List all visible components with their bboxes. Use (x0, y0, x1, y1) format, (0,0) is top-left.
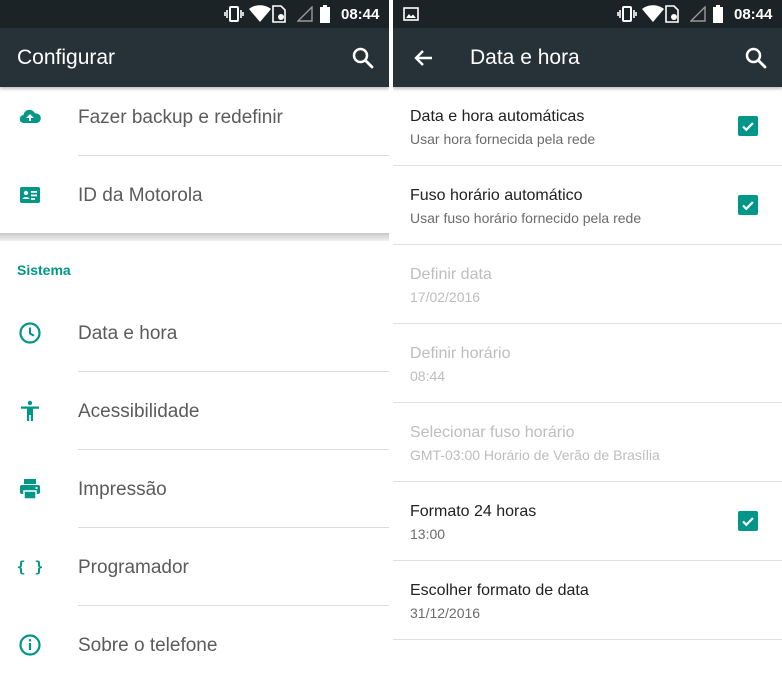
date-time-screen: 08:44 Data e hora Data e hora automática… (393, 0, 782, 683)
arrow-back-icon (414, 49, 432, 66)
battery-icon (713, 0, 723, 28)
checkbox-checked[interactable] (738, 511, 758, 531)
pref-summary: 13:00 (410, 526, 446, 542)
sim-card-icon (665, 0, 679, 28)
section-header-system: Sistema (17, 262, 71, 278)
clock-icon (19, 322, 41, 344)
status-time: 08:44 (734, 5, 773, 23)
settings-screen: 08:44 Configurar Fazer backup e redefini… (0, 0, 389, 683)
wifi-icon (249, 0, 271, 28)
pref-summary: 08:44 (410, 368, 446, 384)
divider (393, 639, 782, 640)
pref-set-date: Definir data 17/02/2016 (393, 245, 782, 324)
image-notification-icon (403, 0, 419, 28)
printer-icon (20, 479, 40, 500)
signal-icon (690, 0, 706, 28)
setting-item-printing[interactable]: Impressão (0, 450, 389, 528)
pref-set-time: Definir horário 08:44 (393, 324, 782, 403)
page-title: Data e hora (470, 46, 580, 69)
info-icon (19, 634, 41, 656)
sim-card-icon (272, 0, 286, 28)
pref-summary: 31/12/2016 (410, 605, 481, 621)
signal-icon (297, 0, 313, 28)
setting-item-accessibility[interactable]: Acessibilidade (0, 372, 389, 450)
battery-icon (320, 0, 330, 28)
check-icon (742, 201, 754, 211)
vibrate-icon (617, 0, 637, 28)
pref-auto-date-time[interactable]: Data e hora automáticas Usar hora fornec… (393, 87, 782, 166)
pref-title: Fuso horário automático (410, 187, 583, 204)
svg-text:{ }: { } (18, 558, 42, 576)
pref-title: Definir horário (410, 345, 511, 362)
setting-item-label: ID da Motorola (78, 185, 203, 206)
status-time: 08:44 (341, 5, 380, 23)
pref-summary: Usar fuso horário fornecido pela rede (410, 210, 642, 226)
pref-date-format[interactable]: Escolher formato de data 31/12/2016 (393, 561, 782, 640)
back-button[interactable] (403, 28, 443, 87)
pref-summary: GMT-03:00 Horário de Verão de Brasília (410, 447, 660, 463)
pref-title: Escolher formato de data (410, 582, 589, 599)
search-icon (745, 47, 767, 68)
setting-item-label: Sobre o telefone (78, 635, 218, 656)
pref-select-timezone: Selecionar fuso horário GMT-03:00 Horári… (393, 403, 782, 482)
pref-title: Definir data (410, 266, 492, 283)
setting-item-label: Programador (78, 557, 189, 578)
setting-item-developer[interactable]: { } Programador (0, 528, 389, 606)
pref-summary: 17/02/2016 (410, 289, 481, 305)
setting-item-backup[interactable]: Fazer backup e redefinir (0, 78, 389, 156)
pref-title: Selecionar fuso horário (410, 424, 575, 441)
search-icon (352, 47, 374, 68)
id-card-icon (20, 187, 40, 203)
status-bar: 08:44 (393, 0, 782, 28)
wifi-icon (642, 0, 664, 28)
search-button[interactable] (736, 28, 776, 87)
setting-item-label: Acessibilidade (78, 401, 200, 422)
pref-title: Formato 24 horas (410, 503, 537, 520)
cloud-upload-icon (19, 109, 41, 124)
setting-item-label: Fazer backup e redefinir (78, 107, 283, 128)
setting-item-label: Impressão (78, 479, 167, 500)
vibrate-icon (224, 0, 244, 28)
setting-item-label: Data e hora (78, 323, 178, 344)
pref-auto-timezone[interactable]: Fuso horário automático Usar fuso horári… (393, 166, 782, 245)
setting-item-motorola-id[interactable]: ID da Motorola (0, 156, 389, 234)
check-icon (742, 122, 754, 132)
checkbox-checked[interactable] (738, 195, 758, 215)
app-bar: Data e hora (393, 28, 782, 87)
status-bar: 08:44 (0, 0, 389, 28)
pref-summary: Usar hora fornecida pela rede (410, 131, 596, 147)
checkbox-checked[interactable] (738, 116, 758, 136)
pref-title: Data e hora automáticas (410, 108, 585, 125)
pref-24-hour-format[interactable]: Formato 24 horas 13:00 (393, 482, 782, 561)
check-icon (742, 517, 754, 527)
accessibility-icon (21, 400, 39, 421)
setting-item-date-time[interactable]: Data e hora (0, 294, 389, 372)
setting-item-about-phone[interactable]: Sobre o telefone (0, 606, 389, 683)
braces-icon: { } (18, 558, 42, 576)
section-divider (0, 233, 389, 241)
